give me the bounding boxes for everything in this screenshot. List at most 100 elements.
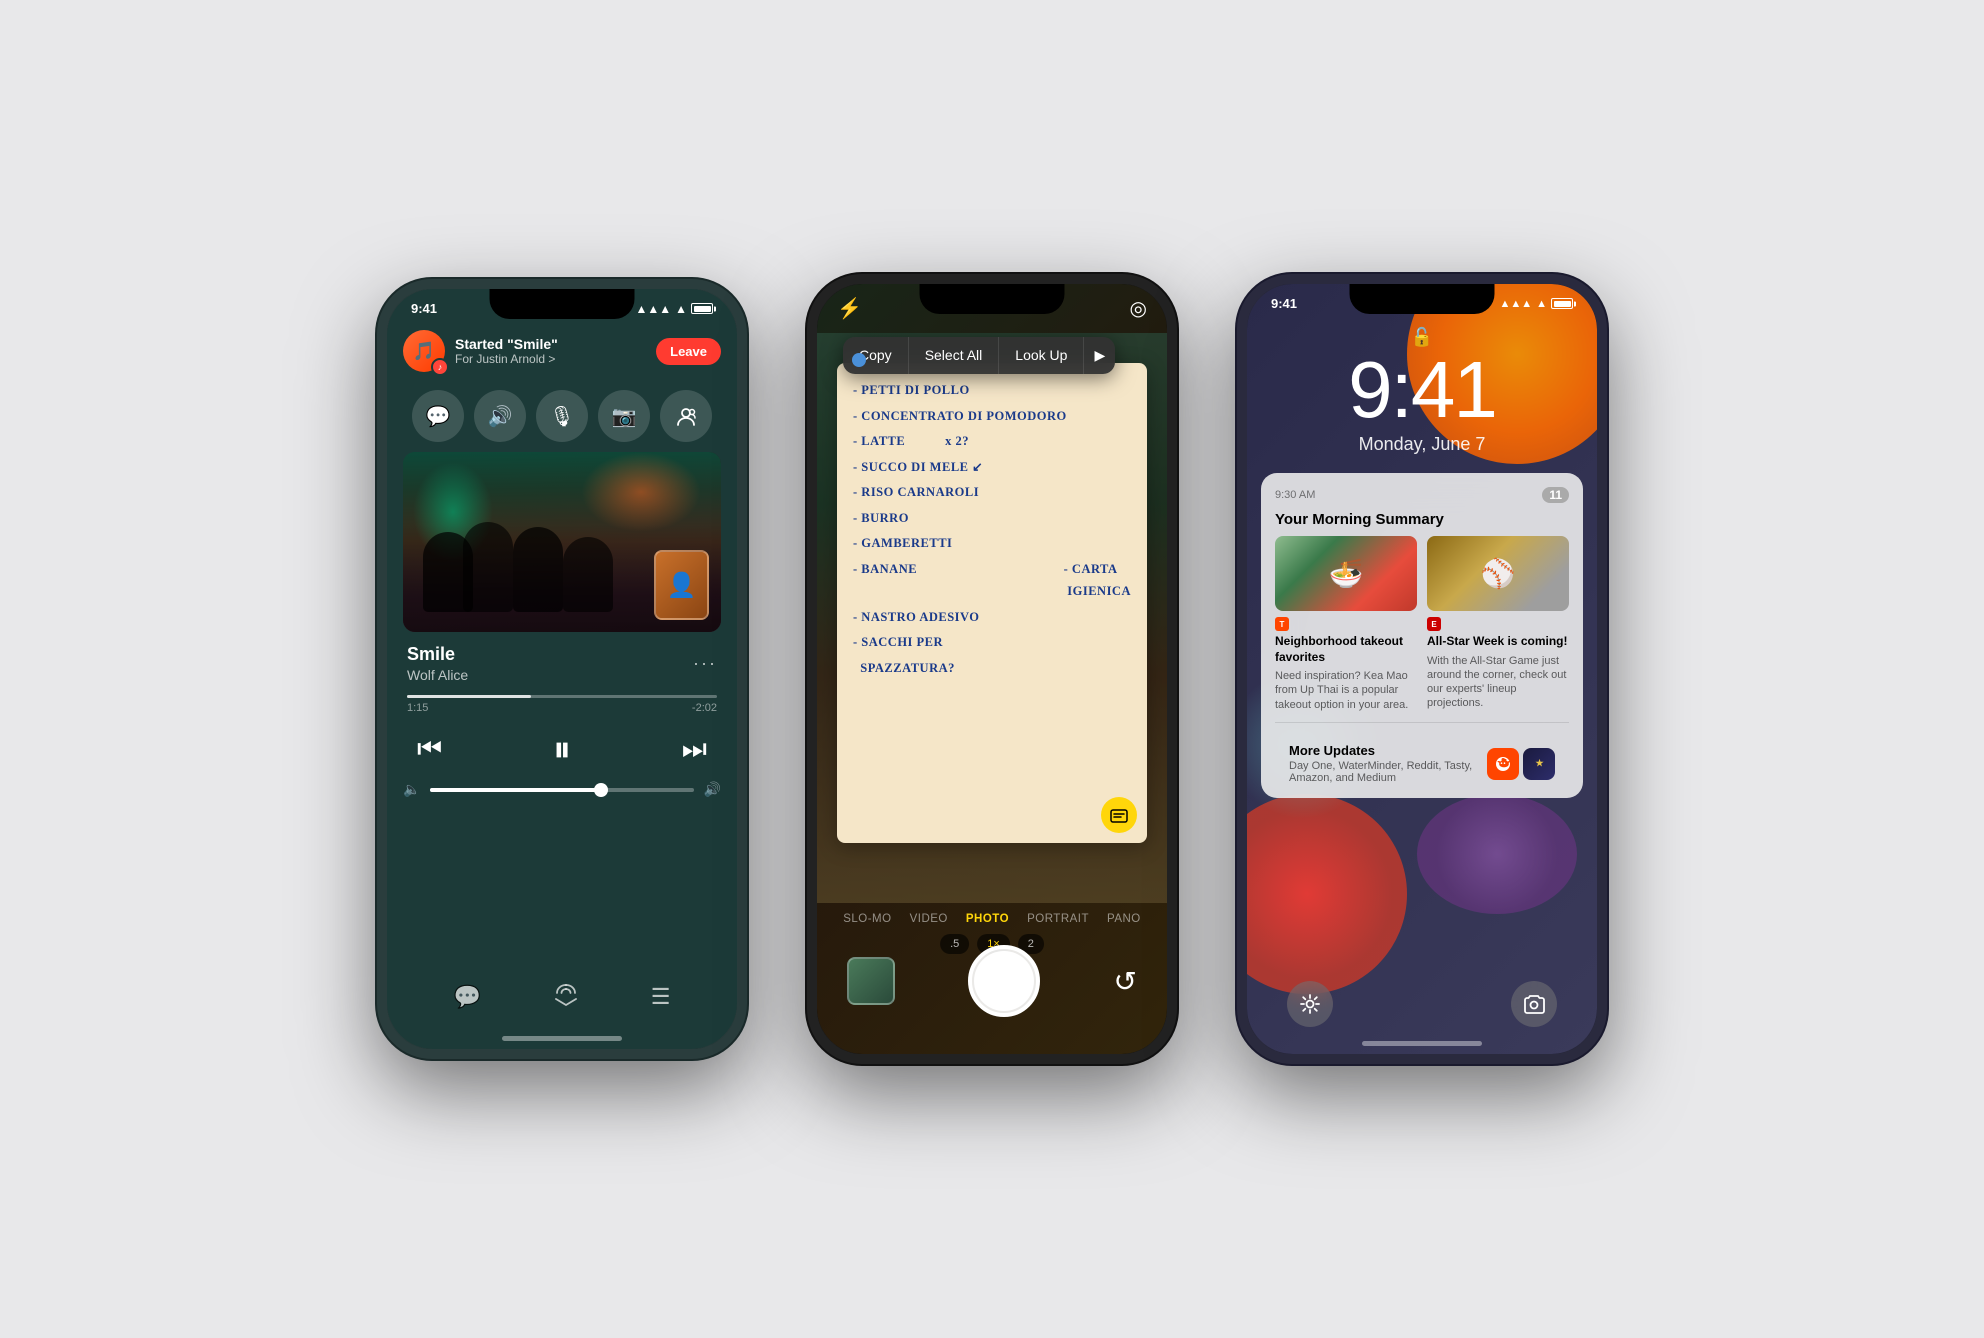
progress-bar[interactable] (407, 695, 717, 698)
starz-app-icon: ★ (1523, 748, 1555, 780)
volume-fill (430, 788, 601, 792)
note-line-8: - BANANE - CARTA IGIENICA (853, 558, 1131, 603)
article-2-title: All-Star Week is coming! (1427, 634, 1569, 650)
messages-tab-button[interactable]: 💬 (453, 984, 480, 1010)
volume-bar[interactable] (430, 788, 693, 792)
rewind-button[interactable]: ⏮ (417, 733, 442, 766)
article-2[interactable]: ⚾ E All-Star Week is coming! With the Al… (1427, 536, 1569, 712)
slo-mo-mode[interactable]: SLO-MO (843, 913, 891, 925)
phone-1: 9:41 ▲▲▲ ▲ 🎵 ♪ (377, 279, 747, 1059)
power-button[interactable] (746, 459, 747, 539)
video-mode[interactable]: VIDEO (910, 913, 948, 925)
pin-icon (852, 353, 866, 367)
airplay-tab-button[interactable] (554, 982, 578, 1012)
mute-button-2[interactable] (807, 404, 808, 439)
notification-time: 9:30 AM (1275, 489, 1536, 501)
note-line-6: - BURRO (853, 507, 1131, 530)
portrait-mode[interactable]: PORTRAIT (1027, 913, 1089, 925)
article-2-image: ⚾ (1427, 536, 1569, 611)
time-display: 9:41 (411, 301, 437, 316)
volume-thumb (594, 783, 608, 797)
live-photo-icon[interactable]: ◎ (1130, 296, 1147, 321)
more-updates-row[interactable]: More Updates Day One, WaterMinder, Reddi… (1275, 733, 1569, 784)
shareplay-icon-button[interactable] (660, 390, 712, 442)
note-text-content: - PETTI DI POLLO - CONCENTRATO DI POMODO… (853, 379, 1131, 679)
home-indicator-3 (1362, 1041, 1482, 1046)
look-up-menu-item[interactable]: Look Up (999, 337, 1084, 374)
camera-button[interactable] (1511, 981, 1557, 1027)
shutter-button[interactable] (968, 945, 1040, 1017)
photo-mode[interactable]: PHOTO (966, 913, 1009, 925)
power-button-2[interactable] (1176, 454, 1177, 534)
article-1[interactable]: 🍜 T Neighborhood takeout favorites Need … (1275, 536, 1417, 712)
volume-up-button-2[interactable] (807, 449, 808, 504)
notch-3 (1350, 284, 1495, 314)
volume-down-button-2[interactable] (807, 514, 808, 569)
more-options-button[interactable]: ··· (693, 653, 717, 674)
more-updates-divider (1275, 722, 1569, 733)
lockscreen-time: 9:41 (1247, 350, 1597, 430)
lockscreen-date: Monday, June 7 (1247, 434, 1597, 455)
started-label: Started "Smile" (455, 336, 646, 352)
article-1-source: T (1275, 617, 1417, 631)
for-label: For Justin Arnold > (455, 352, 646, 366)
album-art: 👤 (403, 452, 721, 632)
more-updates-text: More Updates Day One, WaterMinder, Reddi… (1289, 743, 1477, 784)
notch-2 (920, 284, 1065, 314)
home-indicator (502, 1036, 622, 1041)
leave-button[interactable]: Leave (656, 338, 721, 365)
note-line-1: - PETTI DI POLLO (853, 379, 1131, 402)
volume-down-button-3[interactable] (1237, 514, 1238, 569)
user-thumbnail: 👤 (654, 550, 709, 620)
article-1-title: Neighborhood takeout favorites (1275, 634, 1417, 665)
select-all-menu-item[interactable]: Select All (909, 337, 1000, 374)
mute-button-3[interactable] (1237, 404, 1238, 439)
phone-3-screen: 9:41 ▲▲▲ ▲ 🔓 9:41 Mon (1247, 284, 1597, 1054)
note-line-5: - RISO CARNAROLI (853, 481, 1131, 504)
wifi-icon: ▲ (675, 302, 687, 316)
note-line-7: - GAMBERETTI (853, 532, 1131, 555)
article-2-desc: With the All-Star Game just around the c… (1427, 654, 1569, 711)
notifications-list: 9:30 AM 11 Your Morning Summary 🍜 (1261, 473, 1583, 798)
pano-mode[interactable]: PANO (1107, 913, 1141, 925)
lock-status-icons: ▲▲▲ ▲ (1499, 298, 1573, 310)
flashlight-button[interactable] (1287, 981, 1333, 1027)
bottom-tab-bar: 💬 ☰ (387, 970, 737, 1032)
flash-icon-button[interactable]: ⚡ (837, 296, 862, 321)
espn-icon: E (1427, 617, 1441, 631)
camera-bottom-controls: ↺ (817, 935, 1167, 1037)
power-button-3[interactable] (1606, 454, 1607, 534)
lock-time-display: 9:41 (1271, 296, 1297, 311)
morning-summary-notification[interactable]: 9:30 AM 11 Your Morning Summary 🍜 (1261, 473, 1583, 798)
queue-tab-button[interactable]: ☰ (651, 984, 671, 1010)
mute-button[interactable] (377, 409, 378, 444)
lockscreen-bottom-controls (1247, 965, 1597, 1037)
camera-icon-button[interactable]: 📷 (598, 390, 650, 442)
volume-up-button[interactable] (377, 454, 378, 509)
pause-button[interactable]: ⏸ (553, 728, 571, 771)
more-menu-icon[interactable]: ▶ (1084, 337, 1115, 374)
mic-icon-button[interactable]: 🎙 (536, 390, 588, 442)
volume-up-button-3[interactable] (1237, 449, 1238, 504)
shutter-inner (974, 951, 1034, 1011)
flip-camera-button[interactable]: ↺ (1114, 965, 1137, 998)
song-info: Smile Wolf Alice ··· (387, 632, 737, 687)
shareplay-screen: 9:41 ▲▲▲ ▲ 🎵 ♪ (387, 289, 737, 1049)
live-text-icon[interactable] (1101, 797, 1137, 833)
time-remaining: -2:02 (692, 702, 717, 714)
chat-icon-button[interactable]: 💬 (412, 390, 464, 442)
speaker-icon-button[interactable]: 🔊 (474, 390, 526, 442)
time-current: 1:15 (407, 702, 428, 714)
song-details: Smile Wolf Alice (407, 644, 468, 683)
forward-button[interactable]: ⏭ (682, 733, 707, 766)
notch (490, 289, 635, 319)
phone-3: 9:41 ▲▲▲ ▲ 🔓 9:41 Mon (1237, 274, 1607, 1064)
volume-down-button[interactable] (377, 519, 378, 574)
song-title: Smile (407, 644, 468, 665)
signal-icon: ▲▲▲ (635, 302, 671, 316)
lock-screen: 9:41 ▲▲▲ ▲ 🔓 9:41 Mon (1247, 284, 1597, 1054)
status-icons: ▲▲▲ ▲ (635, 302, 713, 316)
photo-thumbnail[interactable] (847, 957, 895, 1005)
more-updates-label: More Updates (1289, 743, 1477, 758)
lock-screen-content: 9:41 ▲▲▲ ▲ 🔓 9:41 Mon (1247, 284, 1597, 1054)
